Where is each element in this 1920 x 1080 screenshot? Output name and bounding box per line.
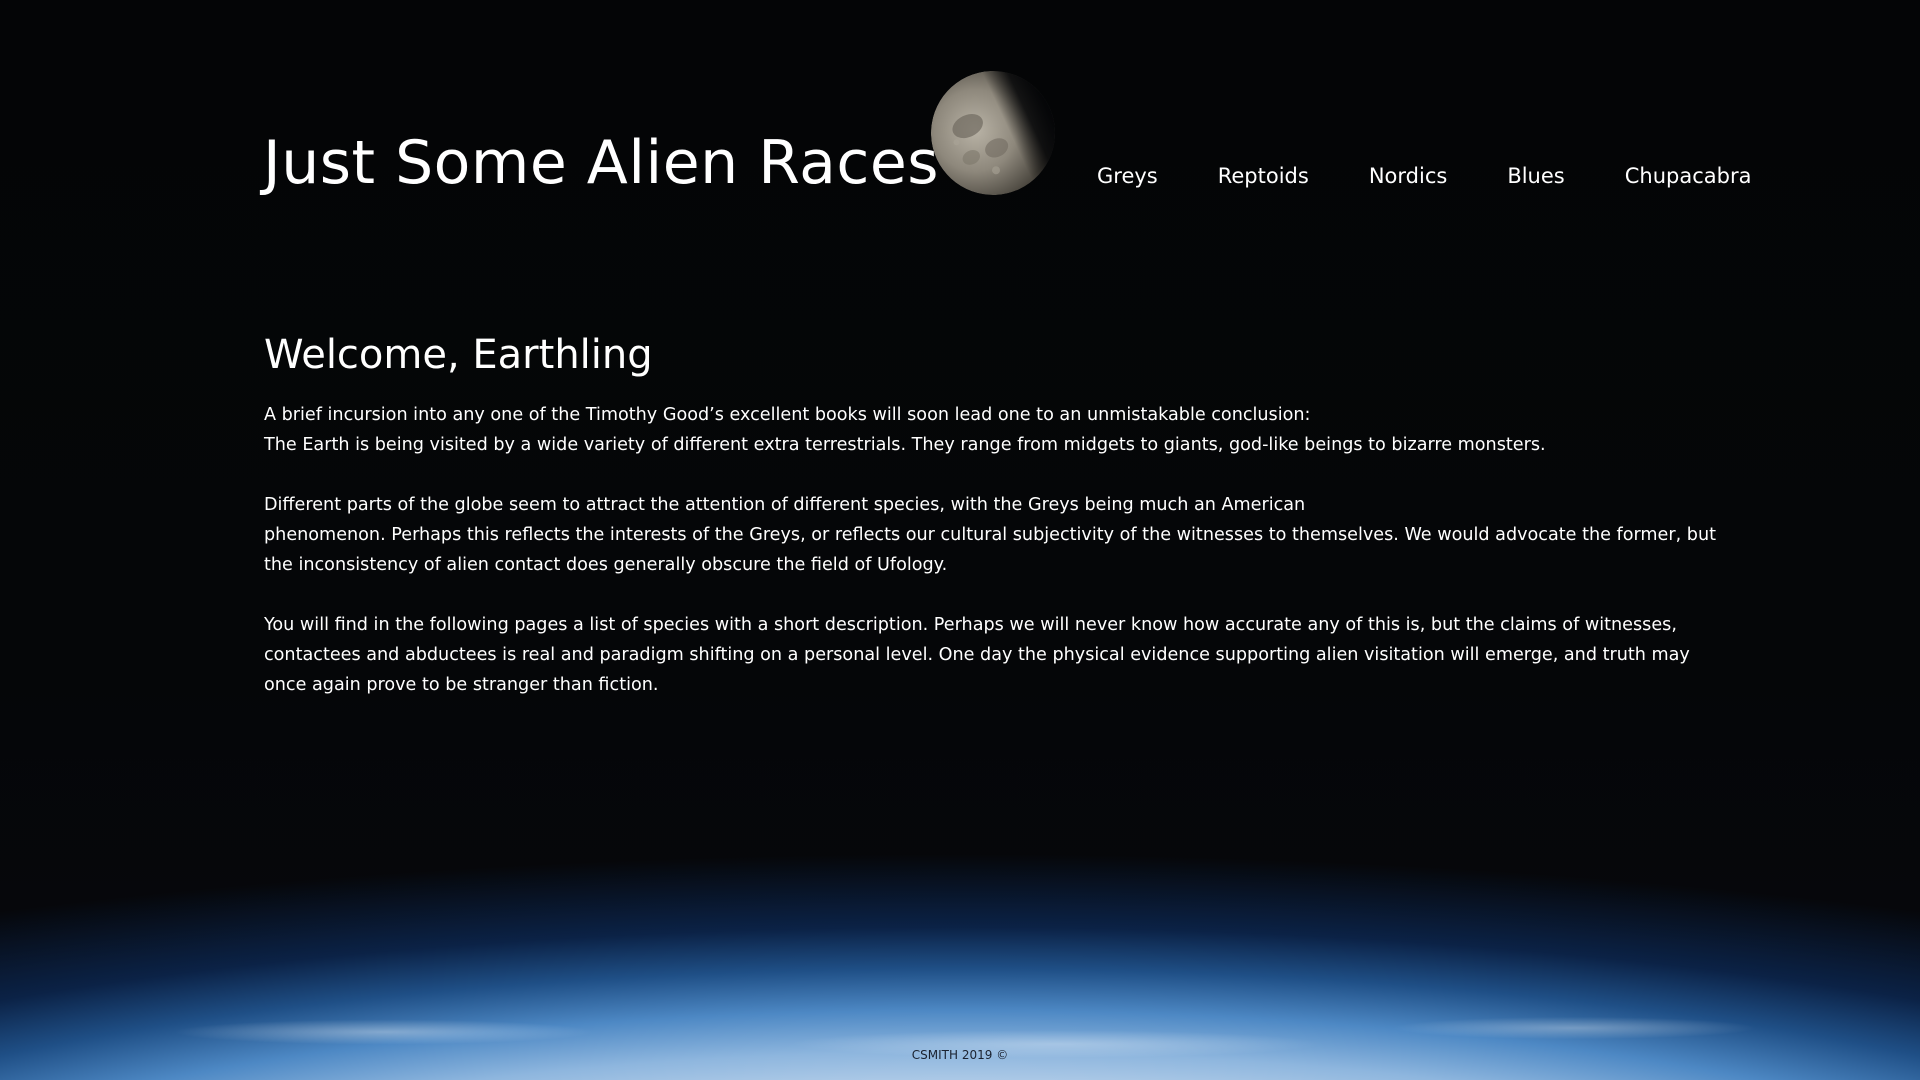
- site-footer: CSMITH 2019 ©: [911, 1048, 1009, 1062]
- paragraph-line: Different parts of the globe seem to att…: [264, 495, 1306, 515]
- paragraph-line: The Earth is being visited by a wide var…: [264, 435, 1546, 455]
- main-content: Welcome, Earthling A brief incursion int…: [264, 332, 1719, 730]
- site-title: Just Some Alien Races: [263, 128, 940, 198]
- paragraph-line: phenomenon. Perhaps this reflects the in…: [264, 525, 1717, 575]
- earth-horizon: [0, 1000, 1920, 1080]
- welcome-heading: Welcome, Earthling: [264, 332, 653, 378]
- nav-link-reptoids[interactable]: Reptoids: [1218, 164, 1309, 188]
- nav-link-blues[interactable]: Blues: [1507, 164, 1564, 188]
- pages-paragraph: You will find in the following pages a l…: [264, 610, 1719, 700]
- paragraph-line: You will find in the following pages a l…: [264, 615, 1690, 695]
- nav-link-chupacabra[interactable]: Chupacabra: [1625, 164, 1752, 188]
- nav-link-nordics[interactable]: Nordics: [1369, 164, 1447, 188]
- paragraph-line: A brief incursion into any one of the Ti…: [264, 405, 1311, 425]
- main-nav: Greys Reptoids Nordics Blues Chupacabra: [1097, 164, 1751, 188]
- species-paragraph: Different parts of the globe seem to att…: [264, 490, 1719, 580]
- intro-paragraph: A brief incursion into any one of the Ti…: [264, 400, 1719, 460]
- moon-image: [928, 68, 1058, 198]
- site-header: Just Some Alien Races Greys Reptoids Nor…: [263, 68, 1751, 218]
- nav-link-greys[interactable]: Greys: [1097, 164, 1158, 188]
